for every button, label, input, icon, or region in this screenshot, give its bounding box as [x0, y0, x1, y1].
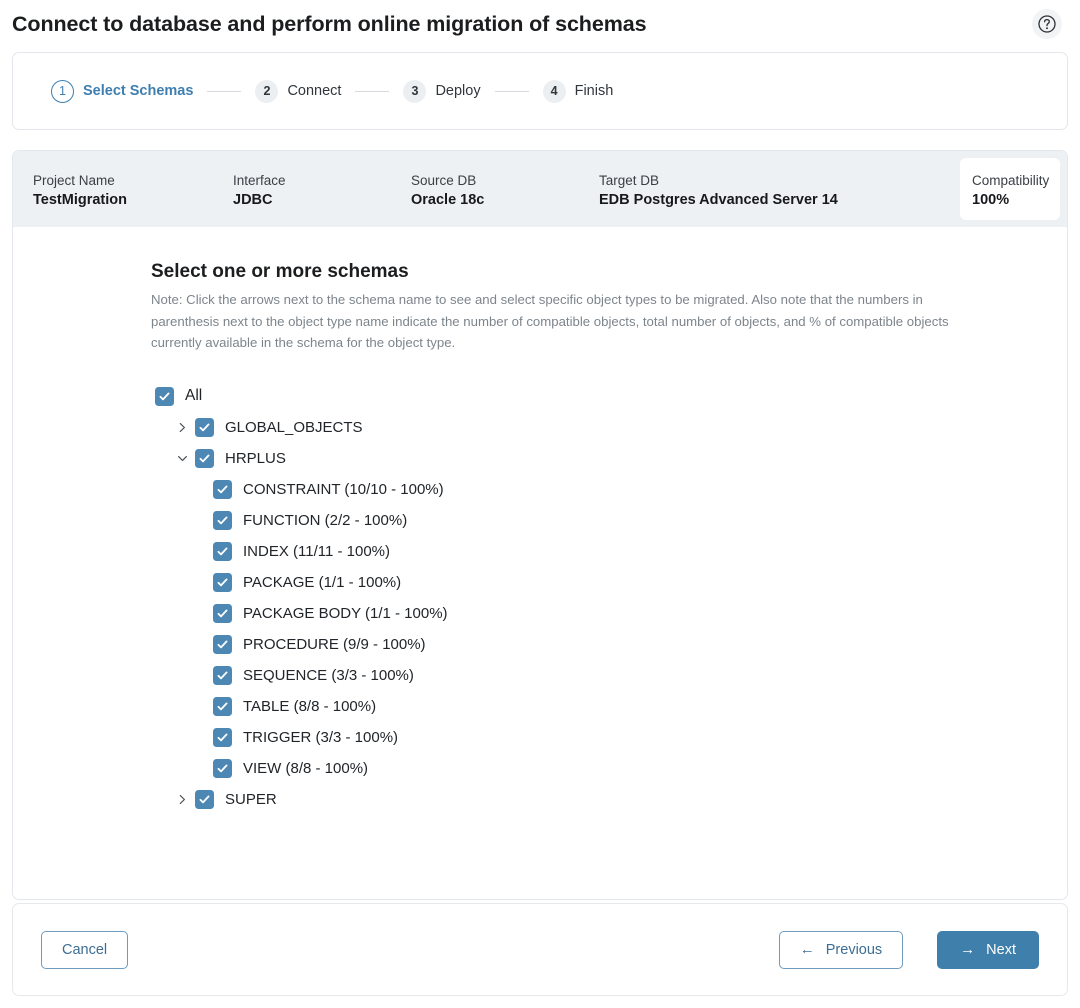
step-finish[interactable]: 4 Finish	[542, 79, 614, 103]
tree-item-label: HRPLUS	[225, 449, 286, 467]
step-label-3: Deploy	[435, 83, 481, 99]
checkbox-checked[interactable]	[213, 479, 232, 499]
arrow-left-icon: ←	[799, 941, 815, 958]
tree-item-label: SEQUENCE (3/3 - 100%)	[243, 666, 414, 684]
info-source-db: Source DB Oracle 18c	[411, 151, 599, 227]
step-connect[interactable]: 2 Connect	[255, 79, 342, 103]
tree-item-label: SUPER	[225, 790, 277, 808]
next-button[interactable]: → Next	[937, 930, 1039, 969]
tree-row[interactable]: PROCEDURE (9/9 - 100%)	[151, 629, 1067, 660]
tree-item-label: GLOBAL_OBJECTS	[225, 418, 363, 436]
main-panel: Project Name TestMigration Interface JDB…	[12, 150, 1068, 900]
info-value-target-db: EDB Postgres Advanced Server 14	[599, 192, 838, 208]
step-label-2: Connect	[287, 83, 342, 99]
chevron-right-icon[interactable]	[173, 790, 191, 808]
checkbox-checked[interactable]	[213, 665, 232, 685]
tree-item-label: TRIGGER (3/3 - 100%)	[243, 728, 399, 746]
compatibility-value: 100%	[972, 192, 1010, 208]
info-label-source-db: Source DB	[411, 173, 477, 188]
step-number-4: 4	[542, 79, 566, 103]
info-label-target-db: Target DB	[599, 173, 660, 188]
checkbox-checked[interactable]	[213, 541, 232, 561]
page-header: Connect to database and perform online m…	[0, 0, 1080, 48]
tree-row[interactable]: VIEW (8/8 - 100%)	[151, 753, 1067, 784]
tree-row[interactable]: INDEX (11/11 - 100%)	[151, 536, 1067, 567]
step-label-1: Select Schemas	[83, 83, 194, 99]
step-connector-2	[355, 90, 390, 92]
step-number-3: 3	[403, 79, 427, 103]
info-value-source-db: Oracle 18c	[411, 192, 485, 208]
tree-item-label: VIEW (8/8 - 100%)	[243, 759, 369, 777]
step-deploy[interactable]: 3 Deploy	[403, 79, 481, 103]
tree-item-label: TABLE (8/8 - 100%)	[243, 697, 377, 715]
step-label-4: Finish	[574, 83, 614, 99]
wizard-footer: Cancel ← Previous → Next	[12, 903, 1068, 996]
tree-row[interactable]: PACKAGE BODY (1/1 - 100%)	[151, 598, 1067, 629]
checkbox-checked[interactable]	[213, 510, 232, 530]
tree-item-label: FUNCTION (2/2 - 100%)	[243, 511, 408, 529]
chevron-down-icon[interactable]	[173, 449, 191, 467]
info-target-db: Target DB EDB Postgres Advanced Server 1…	[599, 151, 929, 227]
stepper-steps: 1 Select Schemas 2 Connect 3 Deploy 4 Fi…	[51, 79, 614, 103]
tree-row[interactable]: HRPLUS	[151, 443, 1067, 474]
chevron-right-icon[interactable]	[173, 418, 191, 436]
tree-row[interactable]: All	[151, 381, 1067, 412]
wizard-stepper: 1 Select Schemas 2 Connect 3 Deploy 4 Fi…	[12, 52, 1068, 130]
info-value-interface: JDBC	[233, 192, 273, 208]
checkbox-checked[interactable]	[195, 789, 214, 809]
section-note: Note: Click the arrows next to the schem…	[151, 292, 949, 350]
tree-row[interactable]: TRIGGER (3/3 - 100%)	[151, 722, 1067, 753]
info-value-project-name: TestMigration	[33, 192, 127, 208]
tree-item-label: INDEX (11/11 - 100%)	[243, 542, 391, 560]
checkbox-checked[interactable]	[195, 448, 214, 468]
project-info-bar: Project Name TestMigration Interface JDB…	[13, 151, 1067, 227]
info-interface: Interface JDBC	[233, 151, 411, 227]
checkbox-checked[interactable]	[195, 417, 214, 437]
page-title: Connect to database and perform online m…	[12, 11, 647, 36]
step-connector-3	[494, 90, 529, 92]
arrow-right-icon: →	[960, 941, 976, 958]
tree-row[interactable]: FUNCTION (2/2 - 100%)	[151, 505, 1067, 536]
tree-item-label: PACKAGE BODY (1/1 - 100%)	[243, 604, 448, 622]
next-button-label: Next	[986, 941, 1016, 958]
tree-item-label: All	[185, 387, 203, 404]
tree-row[interactable]: PACKAGE (1/1 - 100%)	[151, 567, 1067, 598]
tree-item-label: PROCEDURE (9/9 - 100%)	[243, 635, 426, 653]
checkbox-checked[interactable]	[213, 603, 232, 623]
step-connector-1	[207, 90, 242, 92]
step-number-2: 2	[255, 79, 279, 103]
compatibility-badge: Compatibility 100%	[960, 158, 1060, 220]
question-mark-circle-icon	[1037, 14, 1057, 34]
step-number-1: 1	[51, 79, 74, 103]
tree-item-label: CONSTRAINT (10/10 - 100%)	[243, 480, 444, 498]
help-button[interactable]	[1032, 9, 1062, 39]
checkbox-checked[interactable]	[213, 634, 232, 654]
cancel-button[interactable]: Cancel	[41, 930, 129, 969]
tree-row[interactable]: TABLE (8/8 - 100%)	[151, 691, 1067, 722]
checkbox-checked[interactable]	[213, 727, 232, 747]
previous-button[interactable]: ← Previous	[778, 930, 904, 969]
tree-row[interactable]: CONSTRAINT (10/10 - 100%)	[151, 474, 1067, 505]
info-label-interface: Interface	[233, 173, 286, 188]
tree-row[interactable]: GLOBAL_OBJECTS	[151, 412, 1067, 443]
schema-tree: All GLOBAL_OBJECTS HRPLUS CONSTRAINT (10/10…	[151, 381, 1067, 815]
tree-item-label: PACKAGE (1/1 - 100%)	[243, 573, 402, 591]
step-select-schemas[interactable]: 1 Select Schemas	[51, 79, 194, 103]
checkbox-checked[interactable]	[213, 572, 232, 592]
info-label-project-name: Project Name	[33, 173, 115, 188]
section-title: Select one or more schemas	[151, 261, 409, 282]
schema-selection-content: Select one or more schemas Note: Click t…	[13, 227, 1067, 815]
migration-wizard-page: Connect to database and perform online m…	[0, 0, 1080, 1008]
checkbox-checked[interactable]	[155, 386, 174, 406]
tree-row[interactable]: SUPER	[151, 784, 1067, 815]
cancel-button-label: Cancel	[62, 941, 108, 958]
checkbox-checked[interactable]	[213, 696, 232, 716]
compatibility-label: Compatibility	[972, 173, 1050, 188]
info-project-name: Project Name TestMigration	[33, 151, 233, 227]
previous-button-label: Previous	[825, 941, 883, 958]
checkbox-checked[interactable]	[213, 758, 232, 778]
tree-row[interactable]: SEQUENCE (3/3 - 100%)	[151, 660, 1067, 691]
